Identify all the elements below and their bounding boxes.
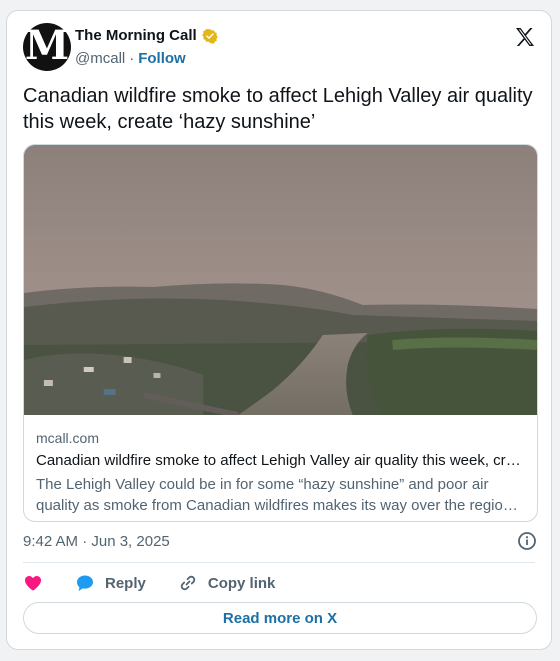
info-icon[interactable] <box>517 531 537 551</box>
reply-label: Reply <box>105 574 146 592</box>
verified-badge-icon <box>201 28 218 44</box>
avatar[interactable]: M <box>23 23 71 71</box>
reply-button[interactable]: Reply <box>75 573 146 593</box>
link-icon <box>180 575 196 591</box>
copy-link-label: Copy link <box>207 574 276 592</box>
avatar-letter: M <box>24 22 70 69</box>
action-bar: Reply Copy link <box>23 571 275 595</box>
follow-link[interactable]: Follow <box>138 50 186 67</box>
author-handle-row: @mcall · Follow <box>75 50 186 67</box>
author-display-name[interactable]: The Morning Call <box>75 27 197 44</box>
read-more-button[interactable]: Read more on X <box>23 602 537 634</box>
link-description: The Lehigh Valley could be in for some “… <box>36 476 512 514</box>
link-domain: mcall.com <box>36 430 100 446</box>
author-name-row: The Morning Call <box>75 27 218 44</box>
link-preview-card[interactable]: mcall.com Canadian wildfire smoke to aff… <box>23 144 538 522</box>
like-button[interactable] <box>23 573 45 593</box>
author-handle[interactable]: @mcall <box>75 50 125 67</box>
post-timestamp[interactable]: 9:42 AM · Jun 3, 2025 <box>23 533 170 550</box>
copy-link-button[interactable]: Copy link <box>178 573 276 593</box>
link-meta: mcall.com Canadian wildfire smoke to aff… <box>36 429 525 516</box>
article-image <box>24 145 537 415</box>
x-logo-icon[interactable] <box>513 25 537 49</box>
post-text: Canadian wildfire smoke to affect Lehigh… <box>23 85 533 133</box>
embedded-post-card: M The Morning Call @mcall · Follow Canad… <box>6 10 552 650</box>
handle-separator: · <box>129 50 135 67</box>
reply-bubble-icon <box>77 575 93 591</box>
link-title: Canadian wildfire smoke to affect Lehigh… <box>36 452 525 469</box>
divider <box>23 562 535 563</box>
heart-icon <box>25 576 41 591</box>
